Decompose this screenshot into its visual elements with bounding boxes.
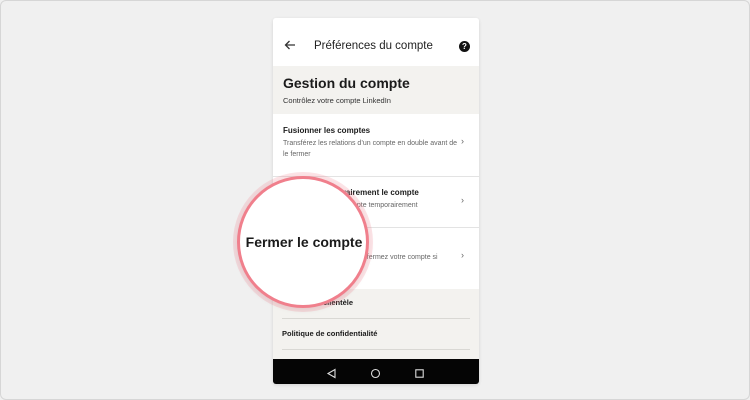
chevron-right-icon: › [461, 250, 464, 260]
page-title: Préférences du compte [314, 40, 433, 52]
row-title: Fusionner les comptes [283, 126, 371, 135]
section-header: Gestion du compte Contrôlez votre compte… [273, 66, 479, 114]
magnifier-callout: Fermer le compte [237, 176, 369, 308]
chevron-right-icon: › [461, 136, 464, 146]
android-nav-bar [273, 359, 479, 384]
row-description: Transférez les relations d’un compte en … [283, 140, 458, 158]
screenshot-frame: Préférences du compte ? Gestion du compt… [0, 0, 750, 400]
section-subheading: Contrôlez votre compte LinkedIn [283, 96, 391, 105]
divider [282, 318, 470, 319]
row-description: et fermez votre compte si [359, 254, 438, 261]
row-description: npte temporairement [353, 202, 418, 209]
app-bar: Préférences du compte ? [273, 18, 479, 64]
triangle-back-icon[interactable] [326, 366, 337, 379]
privacy-policy-link[interactable]: Politique de confidentialité [282, 329, 377, 338]
chevron-right-icon: › [461, 195, 464, 205]
close-account-label[interactable]: Fermer le compte [246, 234, 363, 250]
help-circle-icon[interactable]: ? [459, 41, 470, 52]
square-recents-icon[interactable] [414, 366, 425, 378]
section-heading: Gestion du compte [283, 75, 410, 91]
row-merge-accounts[interactable]: Fusionner les comptes Transférez les rel… [273, 114, 479, 176]
circle-home-icon[interactable] [370, 366, 381, 379]
arrow-left-icon[interactable] [283, 38, 297, 52]
divider [282, 349, 470, 350]
